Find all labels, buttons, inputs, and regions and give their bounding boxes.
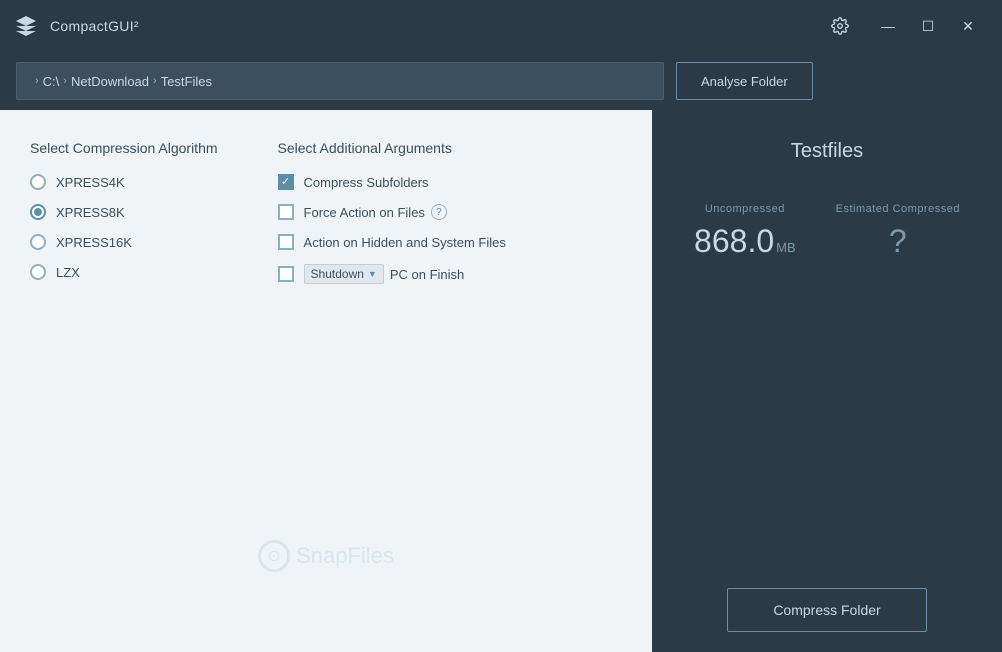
checkbox-compress-subfolders-label: Compress Subfolders	[304, 175, 429, 190]
radio-item-xpress8k[interactable]: XPRESS8K	[30, 204, 218, 220]
shutdown-dropdown-label: Shutdown	[311, 267, 364, 281]
checkbox-item-hidden-system[interactable]: Action on Hidden and System Files	[278, 234, 506, 250]
checkbox-item-compress-subfolders[interactable]: Compress Subfolders	[278, 174, 506, 190]
main-content: Select Compression Algorithm XPRESS4K XP…	[0, 110, 1002, 652]
radio-item-xpress16k[interactable]: XPRESS16K	[30, 234, 218, 250]
path-bar[interactable]: › C:\ › NetDownload › TestFiles	[16, 62, 664, 100]
folder-name: Testfiles	[791, 140, 863, 163]
dropdown-arrow-icon: ▼	[368, 269, 377, 279]
maximize-button[interactable]: ☐	[910, 10, 946, 42]
arguments-section: Select Additional Arguments Compress Sub…	[278, 140, 506, 284]
radio-lzx-circle	[30, 264, 46, 280]
checkbox-shutdown	[278, 266, 294, 282]
radio-xpress4k-circle	[30, 174, 46, 190]
path-part3: TestFiles	[161, 74, 212, 89]
settings-button[interactable]	[822, 10, 858, 42]
checkbox-item-shutdown[interactable]: Shutdown ▼ PC on Finish	[278, 264, 506, 284]
uncompressed-unit: MB	[776, 240, 796, 255]
checkbox-item-force-action[interactable]: Force Action on Files ?	[278, 204, 506, 220]
uncompressed-stat: Uncompressed 868.0MB	[694, 203, 796, 260]
shutdown-dropdown[interactable]: Shutdown ▼	[304, 264, 384, 284]
uncompressed-value: 868.0MB	[694, 223, 796, 260]
uncompressed-number: 868.0	[694, 223, 774, 260]
radio-xpress16k-circle	[30, 234, 46, 250]
watermark-icon: ⊙	[258, 540, 290, 572]
uncompressed-label: Uncompressed	[705, 203, 785, 215]
app-title: CompactGUI²	[50, 18, 139, 34]
left-panel: Select Compression Algorithm XPRESS4K XP…	[0, 110, 652, 652]
path-chevron-3-icon: ›	[153, 75, 157, 87]
right-panel: Testfiles Uncompressed 868.0MB Estimated…	[652, 110, 1002, 652]
checkbox-hidden-system	[278, 234, 294, 250]
radio-item-xpress4k[interactable]: XPRESS4K	[30, 174, 218, 190]
path-bar-container: › C:\ › NetDownload › TestFiles Analyse …	[0, 52, 1002, 110]
analyse-folder-button[interactable]: Analyse Folder	[676, 62, 813, 100]
close-button[interactable]: ✕	[950, 10, 986, 42]
app-icon	[12, 12, 40, 40]
compress-folder-button[interactable]: Compress Folder	[727, 588, 927, 632]
stats-row: Uncompressed 868.0MB Estimated Compresse…	[672, 203, 982, 260]
shutdown-row: Shutdown ▼ PC on Finish	[304, 264, 465, 284]
radio-xpress8k-label: XPRESS8K	[56, 205, 125, 220]
compression-section: Select Compression Algorithm XPRESS4K XP…	[30, 140, 218, 284]
arguments-checkbox-group: Compress Subfolders Force Action on File…	[278, 174, 506, 284]
radio-xpress16k-label: XPRESS16K	[56, 235, 132, 250]
estimated-stat: Estimated Compressed ?	[836, 203, 960, 260]
compression-section-title: Select Compression Algorithm	[30, 140, 218, 156]
checkbox-hidden-system-label: Action on Hidden and System Files	[304, 235, 506, 250]
checkbox-compress-subfolders	[278, 174, 294, 190]
watermark-text: SnapFiles	[296, 543, 394, 569]
watermark: ⊙ SnapFiles	[258, 540, 394, 572]
estimated-value: ?	[889, 223, 907, 260]
algorithm-radio-group: XPRESS4K XPRESS8K XPRESS16K LZX	[30, 174, 218, 280]
left-panel-inner: Select Compression Algorithm XPRESS4K XP…	[30, 140, 622, 284]
checkbox-shutdown-label: Shutdown ▼ PC on Finish	[304, 264, 465, 284]
minimize-button[interactable]: —	[870, 10, 906, 42]
path-chevron-2-icon: ›	[63, 75, 67, 87]
path-chevron-icon: ›	[35, 75, 39, 87]
path-part1: C:\	[43, 74, 60, 89]
force-action-help-badge[interactable]: ?	[431, 204, 447, 220]
pc-on-finish-label: PC on Finish	[390, 267, 464, 282]
title-bar: CompactGUI² — ☐ ✕	[0, 0, 1002, 52]
title-bar-left: CompactGUI²	[12, 12, 139, 40]
radio-lzx-label: LZX	[56, 265, 80, 280]
checkbox-force-action	[278, 204, 294, 220]
path-part2: NetDownload	[71, 74, 149, 89]
radio-xpress4k-label: XPRESS4K	[56, 175, 125, 190]
radio-item-lzx[interactable]: LZX	[30, 264, 218, 280]
arguments-section-title: Select Additional Arguments	[278, 140, 506, 156]
title-bar-controls: — ☐ ✕	[822, 10, 986, 42]
radio-xpress8k-circle	[30, 204, 46, 220]
checkbox-force-action-label: Force Action on Files ?	[304, 204, 447, 220]
estimated-label: Estimated Compressed	[836, 203, 960, 215]
